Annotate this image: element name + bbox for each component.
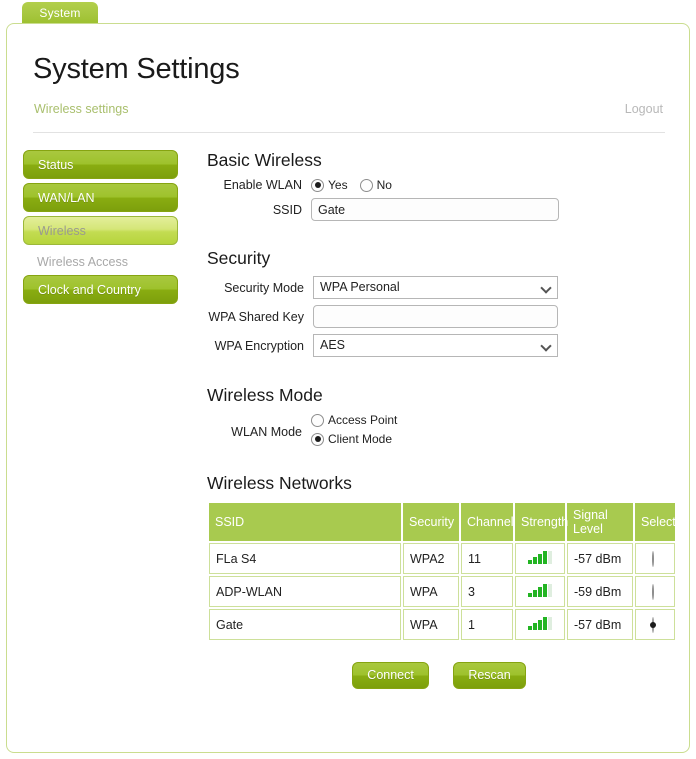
sidebar: Status WAN/LAN Wireless Wireless Access … xyxy=(23,150,183,308)
security-mode-value[interactable]: WPA Personal xyxy=(313,276,558,299)
tab-strip: System xyxy=(0,0,696,24)
wlan-mode-options: Access Point Client Mode xyxy=(311,413,409,451)
enable-wlan-label: Enable WLAN xyxy=(223,178,302,192)
logout-link[interactable]: Logout xyxy=(625,102,663,116)
network-radio-icon[interactable] xyxy=(652,583,654,600)
page-title: System Settings xyxy=(33,53,240,85)
wlan-mode-client-mode-label: Client Mode xyxy=(328,432,393,446)
column-header-security: Security xyxy=(403,503,459,541)
column-header-channel: Channel xyxy=(461,503,514,541)
sidebar-item-status[interactable]: Status xyxy=(23,150,178,179)
table-row[interactable]: ADP-WLAN WPA 3 -59 dBm xyxy=(209,576,675,607)
table-header-row: SSID Security Channel Strength Signal Le… xyxy=(209,503,676,541)
sidebar-item-clock-and-country[interactable]: Clock and Country xyxy=(23,275,178,304)
page-subtitle: Wireless settings xyxy=(34,102,129,116)
wlan-mode-client-mode-option[interactable]: Client Mode xyxy=(311,432,397,446)
cell-select[interactable] xyxy=(635,609,675,640)
action-buttons: Connect Rescan xyxy=(201,662,671,689)
column-header-ssid: SSID xyxy=(209,503,401,541)
sidebar-item-wan-lan[interactable]: WAN/LAN xyxy=(23,183,178,212)
cell-strength xyxy=(515,576,565,607)
wlan-mode-row: WLAN Mode Access Point Client Mode xyxy=(201,413,671,451)
cell-channel: 11 xyxy=(461,543,513,574)
table-head: SSID Security Channel Strength Signal Le… xyxy=(209,503,676,541)
column-header-strength: Strength xyxy=(515,503,568,541)
wlan-mode-access-point-option[interactable]: Access Point xyxy=(311,413,397,427)
radio-no-icon[interactable] xyxy=(359,178,373,192)
ssid-input[interactable] xyxy=(311,198,559,221)
main-panel: System Settings Wireless settings Logout… xyxy=(6,23,690,753)
cell-security: WPA xyxy=(403,609,459,640)
signal-bars-icon xyxy=(528,583,552,597)
header-divider xyxy=(33,132,665,133)
table-body: FLa S4 WPA2 11 -57 dBm ADP-WLAN WPA 3 -5… xyxy=(209,543,675,640)
cell-signal-level: -59 dBm xyxy=(567,576,633,607)
tab-system[interactable]: System xyxy=(22,2,98,24)
ssid-row: SSID xyxy=(201,198,671,221)
cell-signal-level: -57 dBm xyxy=(567,609,633,640)
security-mode-row: Security Mode WPA Personal xyxy=(201,276,671,299)
cell-security: WPA2 xyxy=(403,543,459,574)
cell-channel: 3 xyxy=(461,576,513,607)
wpa-shared-key-label: WPA Shared Key xyxy=(208,309,304,324)
column-header-signal-level: Signal Level xyxy=(567,503,633,541)
network-radio-icon[interactable] xyxy=(652,550,654,567)
wlan-mode-label: WLAN Mode xyxy=(231,425,302,439)
sidebar-item-wireless[interactable]: Wireless xyxy=(23,216,178,245)
section-title-basic-wireless: Basic Wireless xyxy=(207,150,322,170)
wpa-shared-key-input[interactable] xyxy=(313,305,558,328)
cell-channel: 1 xyxy=(461,609,513,640)
cell-ssid: ADP-WLAN xyxy=(209,576,401,607)
table-row[interactable]: FLa S4 WPA2 11 -57 dBm xyxy=(209,543,675,574)
column-header-select: Select xyxy=(635,503,676,541)
radio-yes-icon[interactable] xyxy=(311,178,324,192)
cell-strength xyxy=(515,543,565,574)
wpa-encryption-select[interactable]: AES xyxy=(313,334,558,357)
wpa-encryption-row: WPA Encryption AES xyxy=(201,334,671,357)
section-title-wireless-mode: Wireless Mode xyxy=(207,385,323,405)
security-mode-label: Security Mode xyxy=(224,280,304,295)
cell-ssid: FLa S4 xyxy=(209,543,401,574)
radio-access-point-icon[interactable] xyxy=(311,413,324,427)
signal-bars-icon xyxy=(528,550,552,564)
enable-wlan-no-option[interactable]: No xyxy=(359,178,392,192)
radio-client-mode-icon[interactable] xyxy=(311,432,324,446)
enable-wlan-yes-option[interactable]: Yes xyxy=(311,178,348,192)
cell-strength xyxy=(515,609,565,640)
rescan-button[interactable]: Rescan xyxy=(453,662,526,689)
cell-security: WPA xyxy=(403,576,459,607)
wlan-mode-access-point-label: Access Point xyxy=(328,413,398,427)
wpa-shared-key-row: WPA Shared Key xyxy=(201,305,671,328)
wpa-encryption-label: WPA Encryption xyxy=(214,338,304,353)
section-title-wireless-networks: Wireless Networks xyxy=(207,473,352,493)
cell-signal-level: -57 dBm xyxy=(567,543,633,574)
section-title-security: Security xyxy=(207,248,271,268)
cell-ssid: Gate xyxy=(209,609,401,640)
security-mode-select[interactable]: WPA Personal xyxy=(313,276,558,299)
enable-wlan-no-label: No xyxy=(376,178,392,192)
sidebar-item-wireless-access[interactable]: Wireless Access xyxy=(23,249,178,275)
network-radio-icon[interactable] xyxy=(652,616,654,633)
signal-bars-icon xyxy=(528,616,552,630)
content-area: Basic Wireless Enable WLAN Yes No SSID S… xyxy=(201,150,676,689)
cell-select[interactable] xyxy=(635,543,675,574)
ssid-label: SSID xyxy=(272,202,302,217)
cell-select[interactable] xyxy=(635,576,675,607)
enable-wlan-row: Enable WLAN Yes No xyxy=(201,178,671,192)
connect-button[interactable]: Connect xyxy=(352,662,429,689)
wireless-networks-table: SSID Security Channel Strength Signal Le… xyxy=(207,501,677,642)
wpa-encryption-value[interactable]: AES xyxy=(313,334,558,357)
enable-wlan-yes-label: Yes xyxy=(328,178,348,192)
table-row[interactable]: Gate WPA 1 -57 dBm xyxy=(209,609,675,640)
